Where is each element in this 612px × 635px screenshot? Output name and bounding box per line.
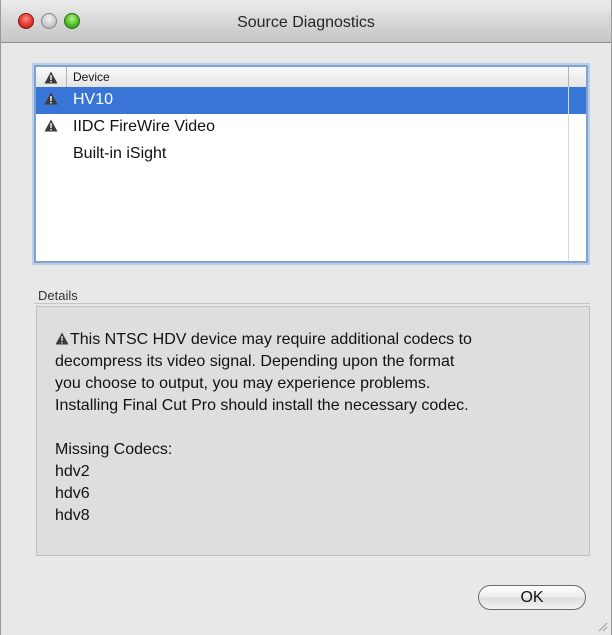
details-separator xyxy=(34,303,590,304)
column-divider xyxy=(568,67,569,87)
details-message-line: hdv8 xyxy=(55,507,90,524)
column-header-warning[interactable] xyxy=(36,67,67,87)
details-message-line: hdv2 xyxy=(55,463,90,480)
details-message-line: decompress its video signal. Depending u… xyxy=(55,353,455,370)
warning-icon xyxy=(55,330,69,345)
device-table[interactable]: Device HV10 IIDC FireWire Video Built-in i… xyxy=(34,65,588,263)
device-name: Built-in iSight xyxy=(73,145,167,162)
details-label: Details xyxy=(38,288,78,303)
resize-grip-icon[interactable] xyxy=(596,620,608,632)
details-message-text: This NTSC HDV device may require additio… xyxy=(70,331,472,348)
source-diagnostics-window: Source Diagnostics Device HV10 IIDC FireW… xyxy=(0,0,612,635)
device-name: HV10 xyxy=(73,91,114,108)
details-message-line xyxy=(55,417,585,439)
details-message-line: you choose to output, you may experience… xyxy=(55,375,431,392)
device-name: IIDC FireWire Video xyxy=(73,118,215,135)
details-message-line: Missing Codecs: xyxy=(55,441,173,458)
details-message-line: Installing Final Cut Pro should install … xyxy=(55,397,469,414)
warning-icon xyxy=(44,92,58,108)
device-row[interactable]: HV10 xyxy=(36,87,586,114)
device-row[interactable]: Built-in iSight xyxy=(36,141,586,168)
details-panel: This NTSC HDV device may require additio… xyxy=(36,306,590,556)
column-header-device[interactable]: Device xyxy=(73,70,110,84)
warning-icon xyxy=(44,71,58,84)
window-title: Source Diagnostics xyxy=(237,14,375,31)
warning-icon xyxy=(44,119,58,135)
device-list: HV10 IIDC FireWire Video Built-in iSight xyxy=(36,87,586,168)
table-column-divider xyxy=(568,87,569,261)
details-text: This NTSC HDV device may require additio… xyxy=(55,329,585,527)
table-header: Device xyxy=(36,67,586,88)
ok-button[interactable]: OK xyxy=(478,585,586,610)
details-message-line: This NTSC HDV device may require additio… xyxy=(55,329,585,351)
title-bar[interactable]: Source Diagnostics xyxy=(1,0,611,43)
details-message-line: hdv6 xyxy=(55,485,90,502)
device-row[interactable]: IIDC FireWire Video xyxy=(36,114,586,141)
